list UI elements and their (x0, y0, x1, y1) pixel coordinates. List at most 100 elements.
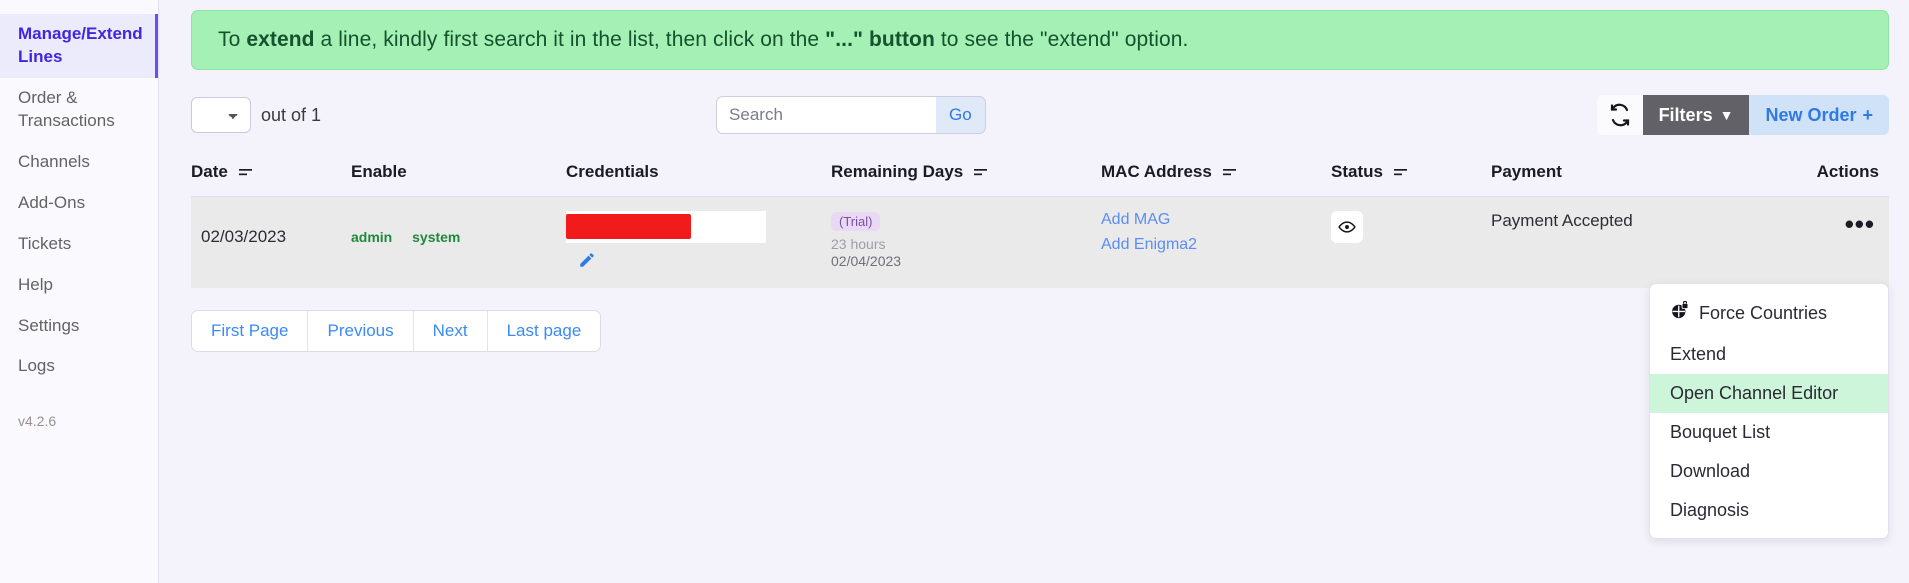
column-label: Date (191, 162, 228, 181)
cell-payment: Payment Accepted (1491, 196, 1771, 288)
column-label: Status (1331, 162, 1383, 181)
sort-icon (1222, 168, 1236, 175)
menu-item-label: Force Countries (1699, 303, 1828, 323)
banner-text-part1: To (218, 28, 247, 51)
menu-item-label: Extend (1670, 344, 1727, 364)
sidebar-item-help[interactable]: Help (0, 265, 158, 306)
column-label: Enable (351, 162, 407, 181)
expiry-date: 02/04/2023 (831, 253, 902, 269)
banner-bold-button: "..." button (825, 28, 935, 51)
column-label: Credentials (566, 162, 659, 181)
cell-mac-address: Add MAG Add Enigma2 (1101, 196, 1331, 288)
sidebar-item-label: Channels (18, 151, 90, 171)
column-label: Actions (1816, 162, 1879, 181)
new-order-button[interactable]: New Order + (1749, 95, 1889, 135)
enable-admin: admin (351, 229, 393, 245)
page-count-label: out of 1 (261, 104, 322, 125)
enable-system: system (412, 229, 461, 245)
enable-values: admin system (351, 211, 566, 245)
sort-icon (1393, 168, 1407, 175)
date-value: 02/03/2023 (201, 227, 287, 246)
column-header-actions: Actions (1771, 156, 1889, 197)
redaction-overlay (566, 214, 691, 239)
cell-actions: ••• (1771, 196, 1889, 288)
cell-date: 02/03/2023 (191, 196, 351, 288)
sidebar-item-label: Order & Transactions (18, 87, 115, 130)
last-page-button[interactable]: Last page (487, 311, 601, 351)
app-version: v4.2.6 (18, 413, 57, 430)
chevron-down-icon: ▼ (1719, 107, 1734, 123)
previous-page-button[interactable]: Previous (308, 311, 414, 351)
menu-item-label: Diagnosis (1670, 500, 1750, 520)
eye-icon[interactable] (1331, 211, 1363, 243)
main-content: To extend a line, kindly first search it… (159, 0, 1909, 583)
sidebar-item-label: Help (18, 274, 53, 294)
column-header-status[interactable]: Status (1331, 156, 1491, 197)
sidebar-item-order-transactions[interactable]: Order & Transactions (0, 78, 158, 142)
column-header-date[interactable]: Date (191, 156, 351, 197)
info-banner: To extend a line, kindly first search it… (191, 10, 1889, 70)
sidebar-item-label: Add-Ons (18, 192, 86, 212)
cell-remaining-days: (Trial) 23 hours 02/04/2023 (831, 196, 1101, 288)
filters-button[interactable]: Filters ▼ (1642, 95, 1750, 135)
column-header-payment: Payment (1491, 156, 1771, 197)
sort-icon (974, 168, 987, 175)
sort-icon (238, 168, 252, 175)
search-group: Go (716, 96, 986, 134)
filters-label: Filters (1658, 104, 1713, 125)
column-header-enable: Enable (351, 156, 566, 197)
plus-icon: + (1862, 104, 1873, 125)
table-row: 02/03/2023 admin system (Trial) 23 hours… (191, 196, 1889, 288)
search-go-button[interactable]: Go (936, 96, 986, 134)
cell-credentials (566, 196, 831, 288)
sidebar-item-logs[interactable]: Logs (0, 346, 158, 387)
menu-item-bouquet-list[interactable]: Bouquet List (1650, 413, 1888, 452)
add-mag-link[interactable]: Add MAG (1101, 211, 1331, 229)
sidebar-item-tickets[interactable]: Tickets (0, 224, 158, 265)
sidebar-item-manage-extend-lines[interactable]: Manage/Extend Lines (0, 14, 158, 78)
refresh-icon[interactable] (1596, 95, 1643, 135)
column-label: Remaining Days (831, 162, 964, 181)
next-page-button[interactable]: Next (413, 311, 488, 351)
menu-item-diagnosis[interactable]: Diagnosis (1650, 491, 1888, 530)
app-root: Manage/Extend Lines Order & Transactions… (0, 0, 1909, 583)
menu-item-download[interactable]: Download (1650, 452, 1888, 491)
menu-item-label: Download (1670, 461, 1751, 481)
first-page-button[interactable]: First Page (192, 311, 309, 351)
sidebar: Manage/Extend Lines Order & Transactions… (0, 0, 159, 583)
new-order-label: New Order (1765, 104, 1857, 125)
sidebar-item-channels[interactable]: Channels (0, 142, 158, 183)
sidebar-item-label: Tickets (18, 233, 72, 253)
menu-item-extend[interactable]: Extend (1650, 335, 1888, 374)
credentials-field[interactable] (566, 211, 766, 243)
globe-lock-icon (1670, 300, 1690, 326)
toolbar-right-group: Filters ▼ New Order + (1596, 95, 1889, 135)
cell-status (1331, 196, 1491, 288)
sidebar-item-label: Settings (18, 315, 80, 335)
column-header-mac-address[interactable]: MAC Address (1101, 156, 1331, 197)
table-header: Date Enable Credentials Remaining Days M… (191, 156, 1889, 197)
row-actions-button[interactable]: ••• (1771, 211, 1889, 237)
payment-status: Payment Accepted (1491, 211, 1633, 230)
row-actions-menu: Force Countries Extend Open Channel Edit… (1649, 283, 1889, 539)
table-toolbar: out of 1 Go Filters ▼ (191, 92, 1889, 138)
add-enigma2-link[interactable]: Add Enigma2 (1101, 236, 1331, 254)
menu-item-open-channel-editor[interactable]: Open Channel Editor (1650, 374, 1888, 413)
sidebar-item-label: Logs (18, 356, 55, 376)
menu-item-label: Open Channel Editor (1670, 383, 1839, 403)
remaining-hours: 23 hours (831, 236, 886, 252)
page-size-select[interactable] (191, 97, 251, 133)
sidebar-item-settings[interactable]: Settings (0, 306, 158, 347)
search-input[interactable] (716, 96, 937, 134)
cell-enable: admin system (351, 196, 566, 288)
menu-item-force-countries[interactable]: Force Countries (1650, 292, 1888, 335)
column-label: MAC Address (1101, 162, 1212, 181)
column-header-remaining-days[interactable]: Remaining Days (831, 156, 1101, 197)
sidebar-item-add-ons[interactable]: Add-Ons (0, 183, 158, 224)
banner-text-part2: a line, kindly first search it in the li… (314, 28, 826, 51)
lines-table: Date Enable Credentials Remaining Days M… (191, 156, 1889, 288)
menu-item-label: Bouquet List (1670, 422, 1771, 442)
trial-badge: (Trial) (831, 212, 881, 231)
pencil-icon[interactable] (578, 251, 831, 274)
column-header-credentials: Credentials (566, 156, 831, 197)
